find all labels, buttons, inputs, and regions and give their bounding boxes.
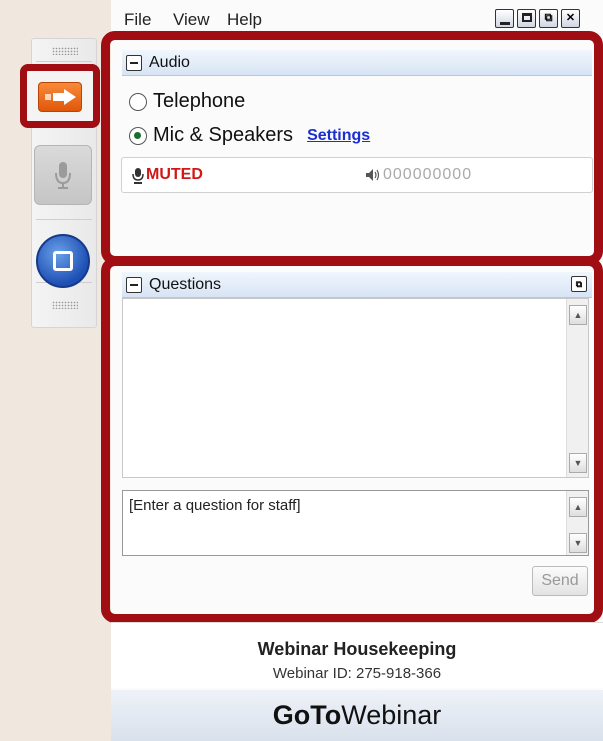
level-digits: 000000000 [383, 166, 473, 183]
toolbar-bottom-grip[interactable] [52, 301, 78, 309]
telephone-option[interactable]: Telephone [129, 90, 245, 113]
audio-level-meter: 000000000 [365, 166, 472, 184]
menu-help[interactable]: Help [227, 10, 262, 30]
brand-regular: Webinar [341, 700, 442, 730]
mic-speakers-label: Mic & Speakers [153, 124, 294, 146]
collapse-icon[interactable] [126, 277, 142, 293]
arrow-right-icon [45, 89, 76, 105]
audio-status-bar: MUTED 000000000 [121, 157, 593, 193]
maximize-button[interactable] [517, 9, 536, 28]
webinar-id: Webinar ID: 275-918-366 [272, 665, 442, 682]
question-input-scrollbar[interactable]: ▲ ▼ [566, 491, 588, 555]
restore-icon: ⧉ [544, 12, 553, 24]
scroll-down-icon[interactable]: ▼ [569, 453, 587, 473]
speaker-icon [366, 169, 380, 181]
microphone-icon [132, 167, 144, 184]
toolbar-divider [36, 219, 92, 220]
webinar-title: Webinar Housekeeping [257, 639, 457, 659]
scroll-down-icon[interactable]: ▼ [569, 533, 587, 553]
screen-share-stop-button[interactable] [36, 234, 90, 288]
restore-button[interactable]: ⧉ [539, 9, 558, 28]
stop-square-icon [53, 251, 73, 271]
gotowebinar-logo: GoToWebinar [111, 690, 603, 741]
control-panel: File View Help ⧉ ✕ Audio Telephone Mic &… [101, 0, 603, 741]
popout-icon[interactable]: ⧉ [571, 276, 587, 292]
menu-file[interactable]: File [124, 10, 151, 30]
menu-view[interactable]: View [173, 10, 210, 30]
telephone-label: Telephone [153, 90, 246, 112]
microphone-icon [55, 162, 71, 189]
toolbar-divider [36, 61, 92, 62]
webinar-info: Webinar Housekeeping Webinar ID: 275-918… [111, 622, 603, 688]
minimize-button[interactable] [495, 9, 514, 28]
mute-status: MUTED [132, 166, 203, 184]
send-button[interactable]: Send [532, 566, 588, 596]
muted-label: MUTED [146, 166, 203, 183]
audio-header[interactable]: Audio [122, 50, 592, 76]
collapse-icon[interactable] [126, 55, 142, 71]
questions-title: Questions [149, 276, 222, 293]
scroll-up-icon[interactable]: ▲ [569, 305, 587, 325]
question-input[interactable]: [Enter a question for staff] ▲ ▼ [122, 490, 589, 556]
scroll-up-icon[interactable]: ▲ [569, 497, 587, 517]
questions-log[interactable]: ▲ ▼ [122, 298, 589, 478]
telephone-radio[interactable] [129, 92, 147, 111]
minimize-icon [499, 22, 510, 25]
mic-speakers-radio[interactable] [129, 126, 147, 145]
toolbar-top-grip[interactable] [52, 47, 78, 55]
mic-speakers-option[interactable]: Mic & Speakers Settings [129, 124, 370, 147]
maximize-icon [521, 13, 532, 22]
close-icon: ✕ [565, 12, 576, 24]
audio-settings-link[interactable]: Settings [307, 127, 370, 145]
close-button[interactable]: ✕ [561, 9, 580, 28]
audio-title: Audio [149, 54, 190, 71]
questions-log-scrollbar[interactable]: ▲ ▼ [566, 299, 588, 477]
question-input-placeholder: [Enter a question for staff] [129, 497, 301, 514]
show-hide-panel-button[interactable] [38, 82, 82, 112]
highlight-frame-toolbar [20, 64, 100, 128]
brand-bold: GoTo [272, 700, 342, 730]
questions-header[interactable]: Questions ⧉ [122, 272, 592, 298]
mute-toggle-button[interactable] [34, 145, 92, 205]
